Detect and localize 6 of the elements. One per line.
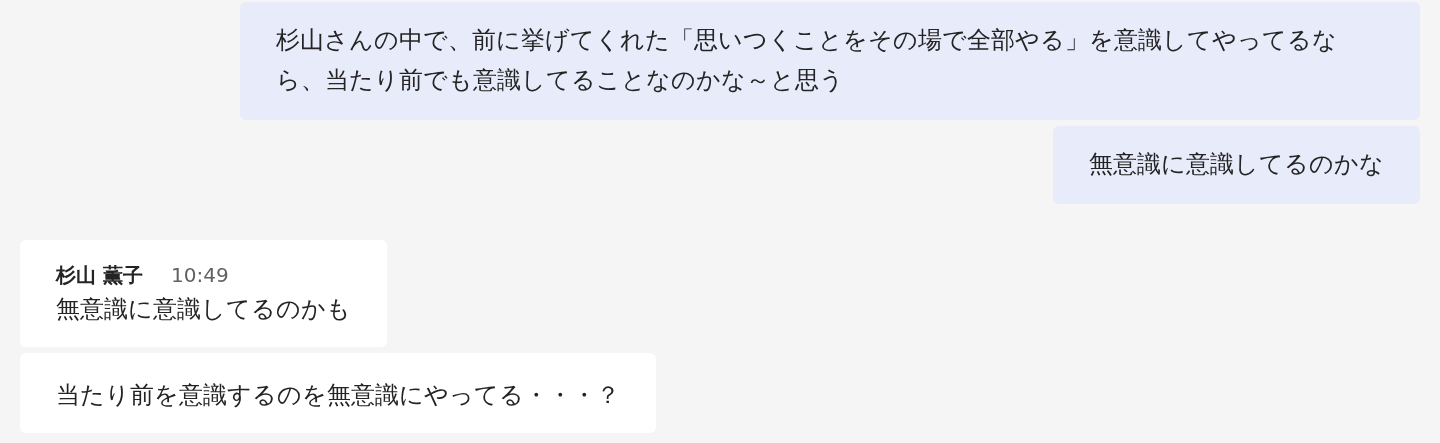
- message-text: 当たり前を意識するのを無意識にやってる・・・？: [56, 380, 620, 411]
- message-text: 杉山さんの中で、前に挙げてくれた「思いつくことをその場で全部やる」を意識してやってるなら、当たり前でも意識してることなのかな～と思う: [276, 25, 1338, 96]
- message-text: 無意識に意識してるのかな: [1089, 149, 1384, 180]
- message-text: 無意識に意識してるのかも: [56, 294, 351, 325]
- message-time: 10:49: [170, 263, 229, 287]
- sender-name: 杉山 薫子: [56, 262, 143, 289]
